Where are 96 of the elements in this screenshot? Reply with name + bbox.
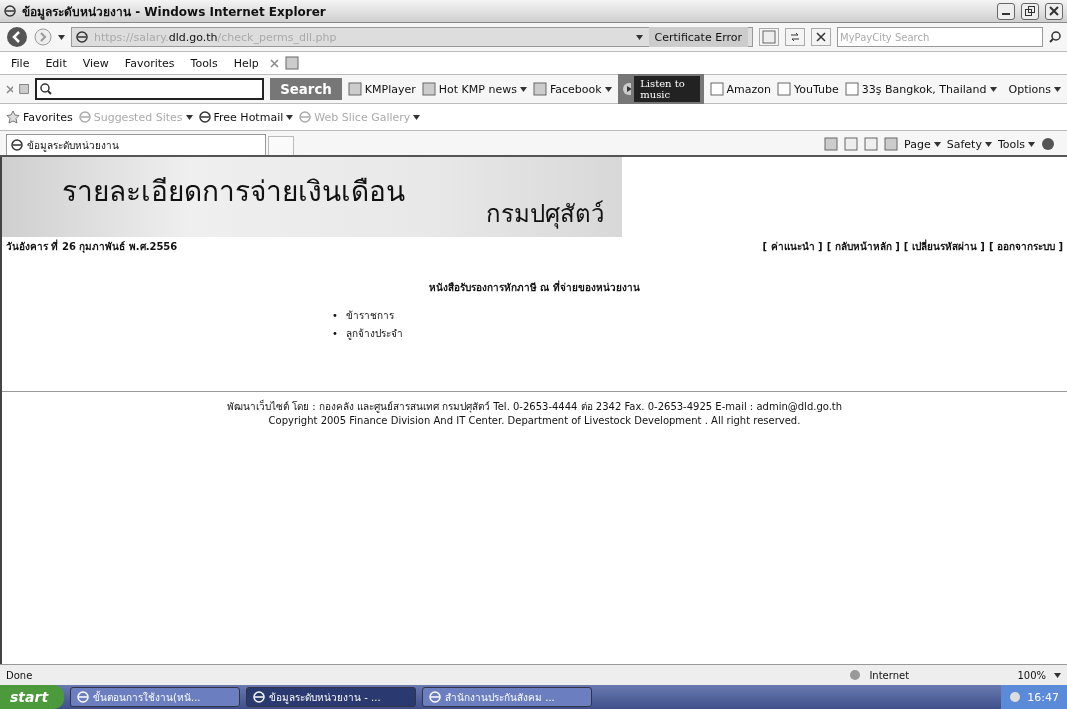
minimize-button[interactable] — [997, 2, 1015, 20]
list-link[interactable]: ลูกจ้างประจำ — [345, 327, 403, 341]
search-icon — [39, 83, 52, 95]
link-icon[interactable] — [844, 82, 859, 96]
certificate-error[interactable]: Certificate Error — [648, 27, 748, 47]
command-button[interactable]: Safety — [946, 137, 992, 151]
taskbar-button[interactable]: ขั้นตอนการใช้งาน(หนั... — [70, 687, 241, 707]
caret-icon — [58, 34, 65, 40]
search-button[interactable]: Search — [270, 78, 342, 100]
browser-e-icon — [4, 5, 16, 17]
bullet: • — [332, 327, 338, 341]
star-icon — [6, 110, 20, 124]
command-button[interactable]: Tools — [997, 137, 1035, 151]
toolbar-icon[interactable] — [18, 82, 29, 96]
link-icon[interactable] — [777, 82, 791, 96]
menu-item[interactable]: View — [77, 56, 114, 70]
stop-button[interactable] — [811, 28, 831, 46]
bullet: • — [332, 309, 338, 323]
toolbar-icon[interactable] — [284, 56, 299, 70]
search-icon[interactable] — [1049, 31, 1061, 43]
toolbar-link[interactable]: KMPlayer — [347, 82, 416, 96]
zone-text: Internet — [869, 669, 911, 681]
page-heading: หนังสือรับรองการหักภาษี ณ ที่จ่ายของหน่วยงาน — [428, 280, 641, 295]
close-icon[interactable] — [6, 84, 13, 94]
browser-e-icon — [198, 111, 211, 123]
play-icon[interactable] — [621, 82, 632, 96]
refresh-button[interactable] — [785, 28, 805, 46]
caret-icon — [519, 86, 527, 92]
browser-e-icon — [299, 111, 312, 123]
zoom-text[interactable]: 100% — [1017, 669, 1046, 681]
restore-button[interactable] — [1021, 2, 1039, 20]
banner-title: รายละเอียดการจ่ายเงินเดือน — [62, 174, 405, 210]
new-tab-button[interactable] — [268, 136, 294, 155]
toolbar-link[interactable]: YouTube — [777, 82, 839, 96]
close-button[interactable] — [1045, 2, 1063, 20]
window-title: ข้อมูลระดับหน่วยงาน - Windows Internet Explorer — [22, 3, 327, 21]
nav-link[interactable]: [ ออกจากระบบ ] — [988, 239, 1063, 254]
clock: 16:47 — [1027, 690, 1059, 704]
menu-item[interactable]: Tools — [185, 56, 223, 70]
toolbar-search-field[interactable] — [34, 78, 265, 100]
banner-org: กรมปศุสัตว์ — [486, 199, 604, 231]
caret-icon — [635, 34, 643, 40]
restore-icon — [1025, 6, 1035, 16]
toolbar-link[interactable]: Amazon — [709, 82, 771, 96]
taskbar-button[interactable]: สำนักงานประกันสังคม ... — [422, 687, 593, 707]
status-text: Done — [6, 669, 33, 681]
menu-item[interactable]: File — [6, 56, 35, 70]
link-icon[interactable] — [709, 82, 724, 96]
caret-icon — [1054, 672, 1061, 678]
caret-icon — [286, 114, 294, 120]
menu-item[interactable]: Edit — [40, 56, 72, 70]
browser-e-icon — [76, 31, 88, 43]
favorites-link[interactable]: Free Hotmail — [198, 110, 294, 124]
music-button[interactable]: Listen to music — [634, 76, 700, 102]
taskbar-button[interactable]: ข้อมูลระดับหน่วยงาน - ... — [246, 687, 417, 707]
command-button[interactable]: Page — [904, 137, 941, 151]
browser-e-icon — [78, 111, 91, 123]
nav-link[interactable]: [ เปลี่ยนรหัสผ่าน ] — [903, 239, 985, 254]
footer-text: พัฒนาเว็บไซต์ โดย : กองคลัง และศูนย์สารสนเทศ กรมปศุสัตว์ Tel. 0-2653-4444 ต่อ 2342 Fax. 0-2653-4925 E-mail : admin@dld.go.th — [225, 400, 844, 414]
close-icon — [1049, 6, 1059, 16]
caret-icon — [604, 86, 612, 92]
footer-text: Copyright 2005 Finance Division And IT Center. Department of Livestock Development . All right reserved. — [267, 414, 802, 428]
caret-icon — [984, 141, 992, 147]
back-icon[interactable] — [6, 26, 28, 48]
list-link[interactable]: ข้าราชการ — [345, 309, 394, 323]
close-icon[interactable] — [269, 58, 279, 68]
link-icon[interactable] — [421, 82, 436, 96]
favorites-button[interactable]: Favorites — [6, 110, 73, 124]
forward-icon[interactable] — [34, 28, 52, 46]
nav-link[interactable]: [ กลับหน้าหลัก ] — [826, 239, 900, 254]
menu-item[interactable]: Favorites — [119, 56, 180, 70]
link-icon[interactable] — [532, 82, 547, 96]
search-field[interactable]: MyPayCity Search — [837, 27, 1043, 47]
browser-e-icon — [253, 691, 266, 703]
start-button[interactable]: start — [0, 685, 65, 709]
caret-icon — [185, 114, 193, 120]
nav-link[interactable]: [ ค่าแนะนำ ] — [762, 239, 823, 254]
refresh-icon — [789, 31, 801, 43]
caret-icon — [1054, 86, 1061, 92]
toolbar-link[interactable]: 33ş Bangkok, Thailand — [844, 82, 997, 96]
browser-tab[interactable]: ข้อมูลระดับหน่วยงาน — [6, 134, 266, 155]
caret-icon — [989, 86, 997, 92]
toolbar-link[interactable]: Hot KMP news — [421, 82, 527, 96]
toolbar-link[interactable]: Facebook — [532, 82, 612, 96]
link-icon[interactable] — [347, 82, 362, 96]
options-button[interactable]: Options — [1008, 82, 1061, 96]
caret-icon — [933, 141, 941, 147]
menu-item[interactable]: Help — [228, 56, 264, 70]
tray-icon[interactable] — [1009, 691, 1022, 703]
caret-icon — [1028, 141, 1035, 147]
close-icon — [816, 32, 826, 42]
browser-e-icon — [429, 691, 442, 703]
browser-e-icon — [77, 691, 90, 703]
date-text: วันอังคาร ที่ 26 กุมภาพันธ์ พ.ศ.2556 — [6, 239, 178, 254]
caret-icon — [413, 114, 421, 120]
browser-e-icon — [11, 139, 23, 151]
